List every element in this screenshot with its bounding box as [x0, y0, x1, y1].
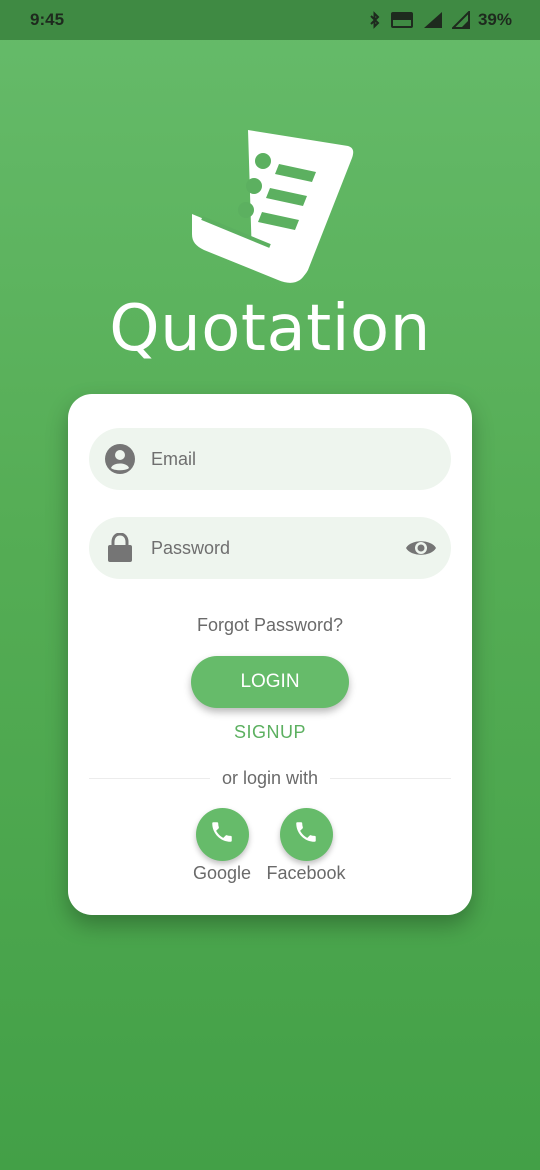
volte-badge-icon [390, 11, 414, 29]
lock-icon [104, 532, 136, 564]
quotation-document-icon [182, 118, 358, 294]
google-login[interactable]: Google [177, 808, 267, 884]
phone-icon [293, 819, 319, 850]
facebook-login-button[interactable] [279, 808, 333, 861]
google-login-button[interactable] [195, 808, 249, 861]
divider-line [89, 777, 210, 779]
forgot-password-link[interactable]: Forgot Password? [68, 615, 472, 636]
password-field[interactable] [89, 517, 451, 579]
social-divider: or login with [89, 767, 452, 789]
user-avatar-icon [104, 443, 136, 475]
bluetooth-icon [368, 11, 382, 29]
email-field[interactable] [89, 428, 451, 490]
email-input[interactable] [151, 428, 391, 490]
signup-link[interactable]: SIGNUP [68, 722, 472, 743]
divider-line [330, 777, 452, 779]
facebook-login[interactable]: Facebook [261, 808, 351, 884]
status-bar: 9:45 39% [0, 0, 540, 40]
signal-icon [451, 11, 470, 29]
login-card: Forgot Password? LOGIN SIGNUP or login w… [68, 394, 472, 915]
divider-label: or login with [221, 767, 319, 788]
password-input[interactable] [151, 517, 391, 579]
app-title: Quotation [109, 292, 431, 366]
phone-icon [209, 819, 235, 850]
battery-level: 39% [477, 10, 512, 29]
status-icons: 39% [368, 10, 512, 30]
status-time: 9:45 [30, 10, 65, 29]
login-button[interactable]: LOGIN [191, 656, 349, 708]
google-label: Google [192, 863, 252, 883]
signal-icon [422, 11, 444, 29]
facebook-label: Facebook [266, 863, 346, 883]
eye-icon[interactable] [405, 534, 437, 562]
